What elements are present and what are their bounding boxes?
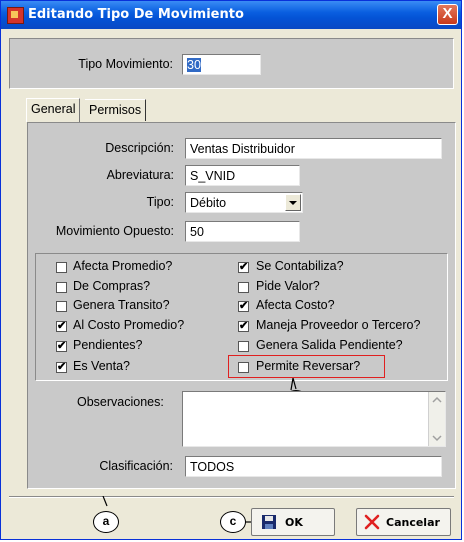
clasificacion-label: Clasificación:	[99, 459, 173, 473]
callout-a-pointer	[102, 496, 108, 507]
checkbox-al-costo-promedio[interactable]: ✔	[56, 321, 67, 332]
window-title: Editando Tipo De Movimiento	[28, 7, 244, 22]
checkbox-maneja-proveedor[interactable]: ✔	[238, 321, 249, 332]
checkbox-pide-valor[interactable]	[238, 282, 249, 293]
tab-general[interactable]: General	[26, 98, 81, 122]
label-genera-transito: Genera Transito?	[73, 298, 170, 312]
title-bar[interactable]: Editando Tipo De Movimiento X	[1, 1, 461, 29]
tipo-movimiento-label: Tipo Movimiento:	[78, 57, 173, 71]
checkbox-se-contabiliza[interactable]: ✔	[238, 262, 249, 273]
opuesto-field[interactable]: 50	[185, 221, 300, 242]
tipo-select[interactable]: Débito	[185, 192, 303, 213]
callout-c: c	[220, 511, 246, 533]
label-permite-reversar: Permite Reversar?	[256, 359, 361, 373]
ok-button[interactable]: OK	[251, 508, 335, 536]
descripcion-field[interactable]: Ventas Distribuidor	[185, 138, 442, 159]
checkbox-es-venta[interactable]: ✔	[56, 362, 67, 373]
dropdown-arrow-icon[interactable]	[285, 194, 301, 211]
tipo-label: Tipo:	[146, 195, 174, 209]
save-disk-icon	[262, 515, 276, 529]
checkbox-permite-reversar[interactable]	[238, 362, 249, 373]
label-es-venta: Es Venta?	[73, 359, 130, 373]
tipo-movimiento-value: 30	[187, 58, 201, 72]
app-icon	[7, 7, 24, 24]
checkbox-genera-transito[interactable]	[56, 301, 67, 312]
label-pide-valor: Pide Valor?	[256, 279, 320, 293]
clasificacion-field[interactable]: TODOS	[185, 456, 442, 477]
observaciones-label: Observaciones:	[77, 395, 164, 409]
observaciones-field[interactable]	[182, 391, 446, 447]
observaciones-scrollbar[interactable]	[428, 392, 445, 446]
label-de-compras: De Compras?	[73, 279, 151, 293]
cancel-button[interactable]: Cancelar	[356, 508, 451, 536]
label-se-contabiliza: Se Contabiliza?	[256, 259, 344, 273]
checkbox-pendientes[interactable]: ✔	[56, 341, 67, 352]
abreviatura-field[interactable]: S_VNID	[185, 165, 300, 186]
callout-a: a	[93, 511, 119, 533]
checkbox-genera-salida-pendiente[interactable]	[238, 341, 249, 352]
label-maneja-proveedor: Maneja Proveedor o Tercero?	[256, 318, 421, 332]
tipo-movimiento-field[interactable]: 30	[182, 54, 261, 75]
bottom-separator	[9, 496, 454, 498]
descripcion-label: Descripción:	[105, 141, 174, 155]
dialog-window: Editando Tipo De Movimiento X Tipo Movim…	[0, 0, 462, 540]
label-afecta-costo: Afecta Costo?	[256, 298, 335, 312]
tipo-value: Débito	[190, 196, 227, 210]
opuesto-label: Movimiento Opuesto:	[55, 224, 174, 238]
abreviatura-label: Abreviatura:	[106, 168, 174, 182]
label-pendientes: Pendientes?	[73, 338, 143, 352]
label-al-costo-promedio: Al Costo Promedio?	[73, 318, 185, 332]
label-afecta-promedio: Afecta Promedio?	[73, 259, 173, 273]
cancel-button-label: Cancelar	[386, 516, 440, 529]
close-button[interactable]: X	[437, 4, 458, 25]
label-genera-salida-pendiente: Genera Salida Pendiente?	[256, 338, 403, 352]
cancel-x-icon	[364, 514, 380, 530]
scroll-arrows-icon	[432, 396, 442, 442]
checkbox-de-compras[interactable]	[56, 282, 67, 293]
checkbox-afecta-promedio[interactable]	[56, 262, 67, 273]
ok-button-label: OK	[285, 516, 303, 529]
tab-permisos[interactable]: Permisos	[85, 99, 147, 121]
checkbox-afecta-costo[interactable]: ✔	[238, 301, 249, 312]
